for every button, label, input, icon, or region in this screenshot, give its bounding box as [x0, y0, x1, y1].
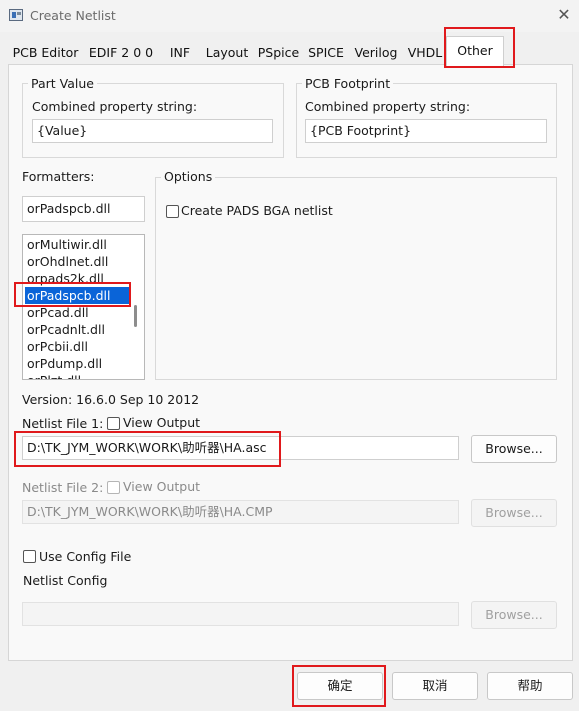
netlist-file-2-input[interactable]: D:\TK_JYM_WORK\WORK\助听器\HA.CMP — [22, 500, 459, 524]
tab-pspice[interactable]: PSpice — [253, 40, 305, 65]
highlight-box-netlist-file-1 — [14, 431, 281, 467]
list-item[interactable]: orPcbii.dll — [25, 338, 131, 355]
tab-edif[interactable]: EDIF 2 0 0 — [83, 40, 160, 65]
view-output-2-label: View Output — [123, 479, 201, 494]
window-title: Create Netlist — [30, 8, 116, 23]
formatter-current-input[interactable]: orPadspcb.dll — [22, 196, 145, 222]
cancel-button[interactable]: 取消 — [392, 672, 478, 700]
view-output-1-label: View Output — [123, 415, 201, 430]
pcb-footprint-legend: PCB Footprint — [302, 76, 394, 91]
tab-spice[interactable]: SPICE — [304, 40, 349, 65]
pcb-footprint-label: Combined property string: — [305, 99, 471, 114]
browse-netlist-2-button[interactable]: Browse... — [471, 499, 557, 527]
use-config-file-checkbox[interactable] — [23, 550, 36, 563]
app-icon — [9, 9, 23, 21]
tab-vhdl[interactable]: VHDL — [404, 40, 447, 65]
tab-inf[interactable]: INF — [159, 40, 202, 65]
list-item[interactable]: orPdump.dll — [25, 355, 131, 372]
highlight-box-ok — [292, 665, 386, 707]
netlist-config-input[interactable] — [22, 602, 459, 626]
list-item[interactable]: orMultiwir.dll — [25, 236, 131, 253]
tab-layout[interactable]: Layout — [201, 40, 254, 65]
netlist-file-1-label: Netlist File 1: — [22, 416, 104, 431]
part-value-label: Combined property string: — [32, 99, 198, 114]
highlight-box-other-tab — [444, 27, 515, 68]
netlist-config-label: Netlist Config — [23, 573, 108, 588]
version-text: Version: 16.6.0 Sep 10 2012 — [22, 392, 200, 407]
part-value-legend: Part Value — [28, 76, 97, 91]
formatters-label: Formatters: — [22, 169, 95, 184]
pcb-footprint-input[interactable]: {PCB Footprint} — [305, 119, 547, 143]
listbox-scrollbar-thumb[interactable] — [134, 305, 137, 327]
options-legend: Options — [161, 169, 216, 184]
browse-config-button[interactable]: Browse... — [471, 601, 557, 629]
close-icon[interactable]: ✕ — [552, 4, 576, 26]
netlist-file-2-label: Netlist File 2: — [22, 480, 104, 495]
create-pads-bga-checkbox[interactable] — [166, 205, 179, 218]
view-output-2-checkbox[interactable] — [107, 481, 120, 494]
tab-verilog[interactable]: Verilog — [348, 40, 405, 65]
list-item[interactable]: orPlzt.dll — [25, 372, 131, 379]
highlight-box-orpadspcb — [14, 282, 131, 307]
list-item[interactable]: orOhdlnet.dll — [25, 253, 131, 270]
formatters-listbox[interactable]: orMultiwir.dll orOhdlnet.dll orpads2k.dl… — [22, 234, 145, 380]
help-button[interactable]: 帮助 — [487, 672, 573, 700]
view-output-1-checkbox[interactable] — [107, 417, 120, 430]
use-config-file-label: Use Config File — [39, 549, 132, 564]
list-item[interactable]: orPcadnlt.dll — [25, 321, 131, 338]
browse-netlist-1-button[interactable]: Browse... — [471, 435, 557, 463]
part-value-input[interactable]: {Value} — [32, 119, 273, 143]
create-pads-bga-label: Create PADS BGA netlist — [181, 203, 333, 218]
tab-pcb-editor[interactable]: PCB Editor — [8, 40, 84, 65]
